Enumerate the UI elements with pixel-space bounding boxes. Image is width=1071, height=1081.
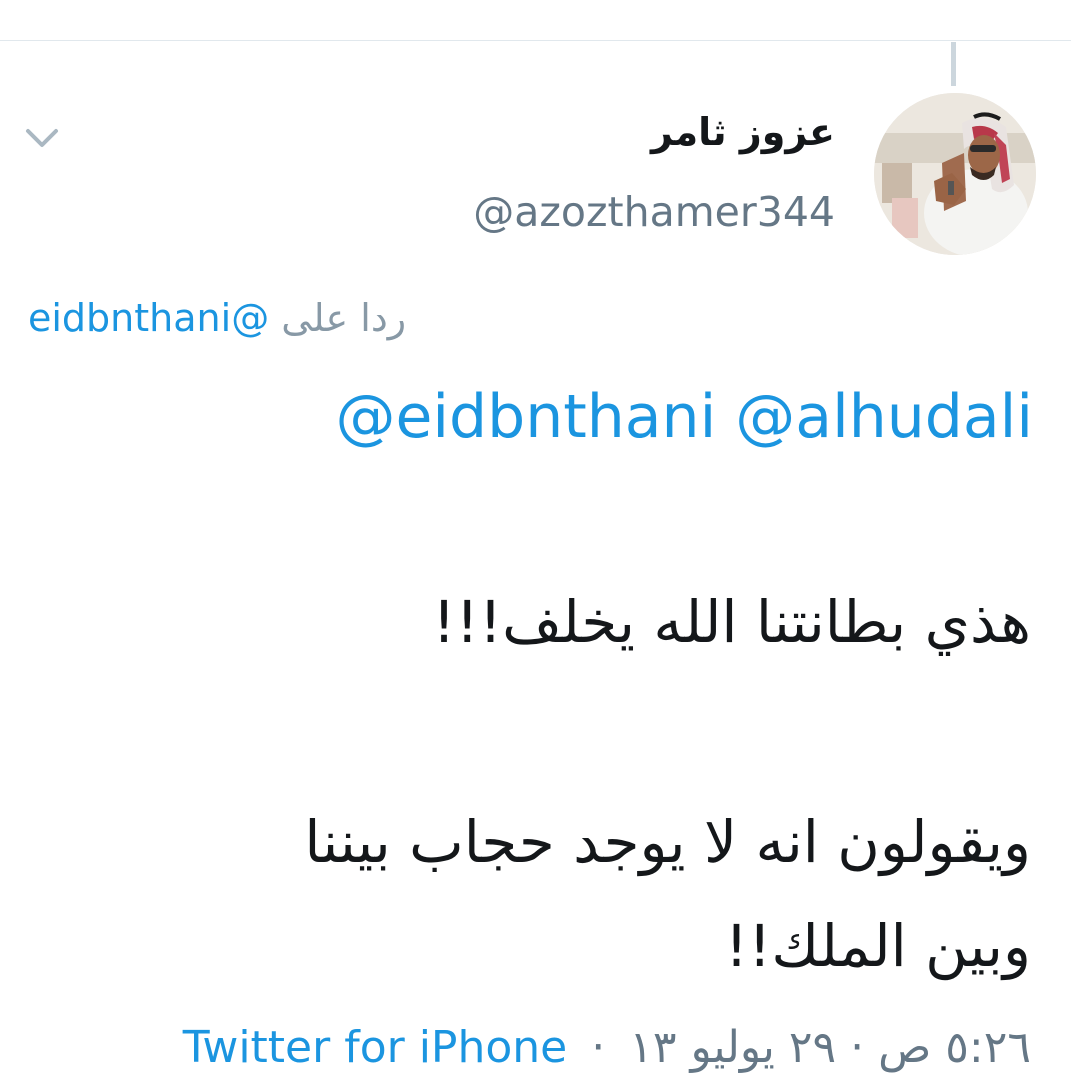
tweet-text-line-2: ويقولون انه لا يوجد حجاب بيننا bbox=[304, 808, 1031, 876]
author-handle[interactable]: @azozthamer344 bbox=[473, 188, 835, 236]
thread-connector-line bbox=[951, 42, 956, 86]
reply-mention-link[interactable]: @eidbnthani bbox=[28, 296, 269, 340]
tweet-timestamp[interactable]: ٥:٢٦ ص · ٢٩ يوليو ١٣ bbox=[629, 1022, 1031, 1073]
author-display-name[interactable]: عزوز ثامر bbox=[651, 110, 835, 154]
avatar-photo bbox=[874, 93, 1036, 255]
tweet-source-link[interactable]: Twitter for iPhone bbox=[183, 1022, 567, 1073]
mentions-line[interactable]: @eidbnthani @alhudali bbox=[335, 382, 1033, 452]
tweet-metadata: ٥:٢٦ ص · ٢٩ يوليو ١٣ · Twitter for iPhon… bbox=[183, 1022, 1031, 1073]
reply-context: ردا على @eidbnthani bbox=[28, 296, 406, 340]
tweet-text-line-1: هذي بطانتنا الله يخلف!!! bbox=[432, 588, 1031, 656]
avatar[interactable] bbox=[874, 93, 1036, 255]
tweet-text-line-3: وبين الملك!! bbox=[724, 912, 1031, 980]
metadata-separator: · bbox=[591, 1022, 606, 1073]
reply-prefix-label: ردا على bbox=[281, 296, 407, 340]
chevron-down-icon[interactable] bbox=[22, 124, 62, 152]
top-divider bbox=[0, 40, 1071, 41]
